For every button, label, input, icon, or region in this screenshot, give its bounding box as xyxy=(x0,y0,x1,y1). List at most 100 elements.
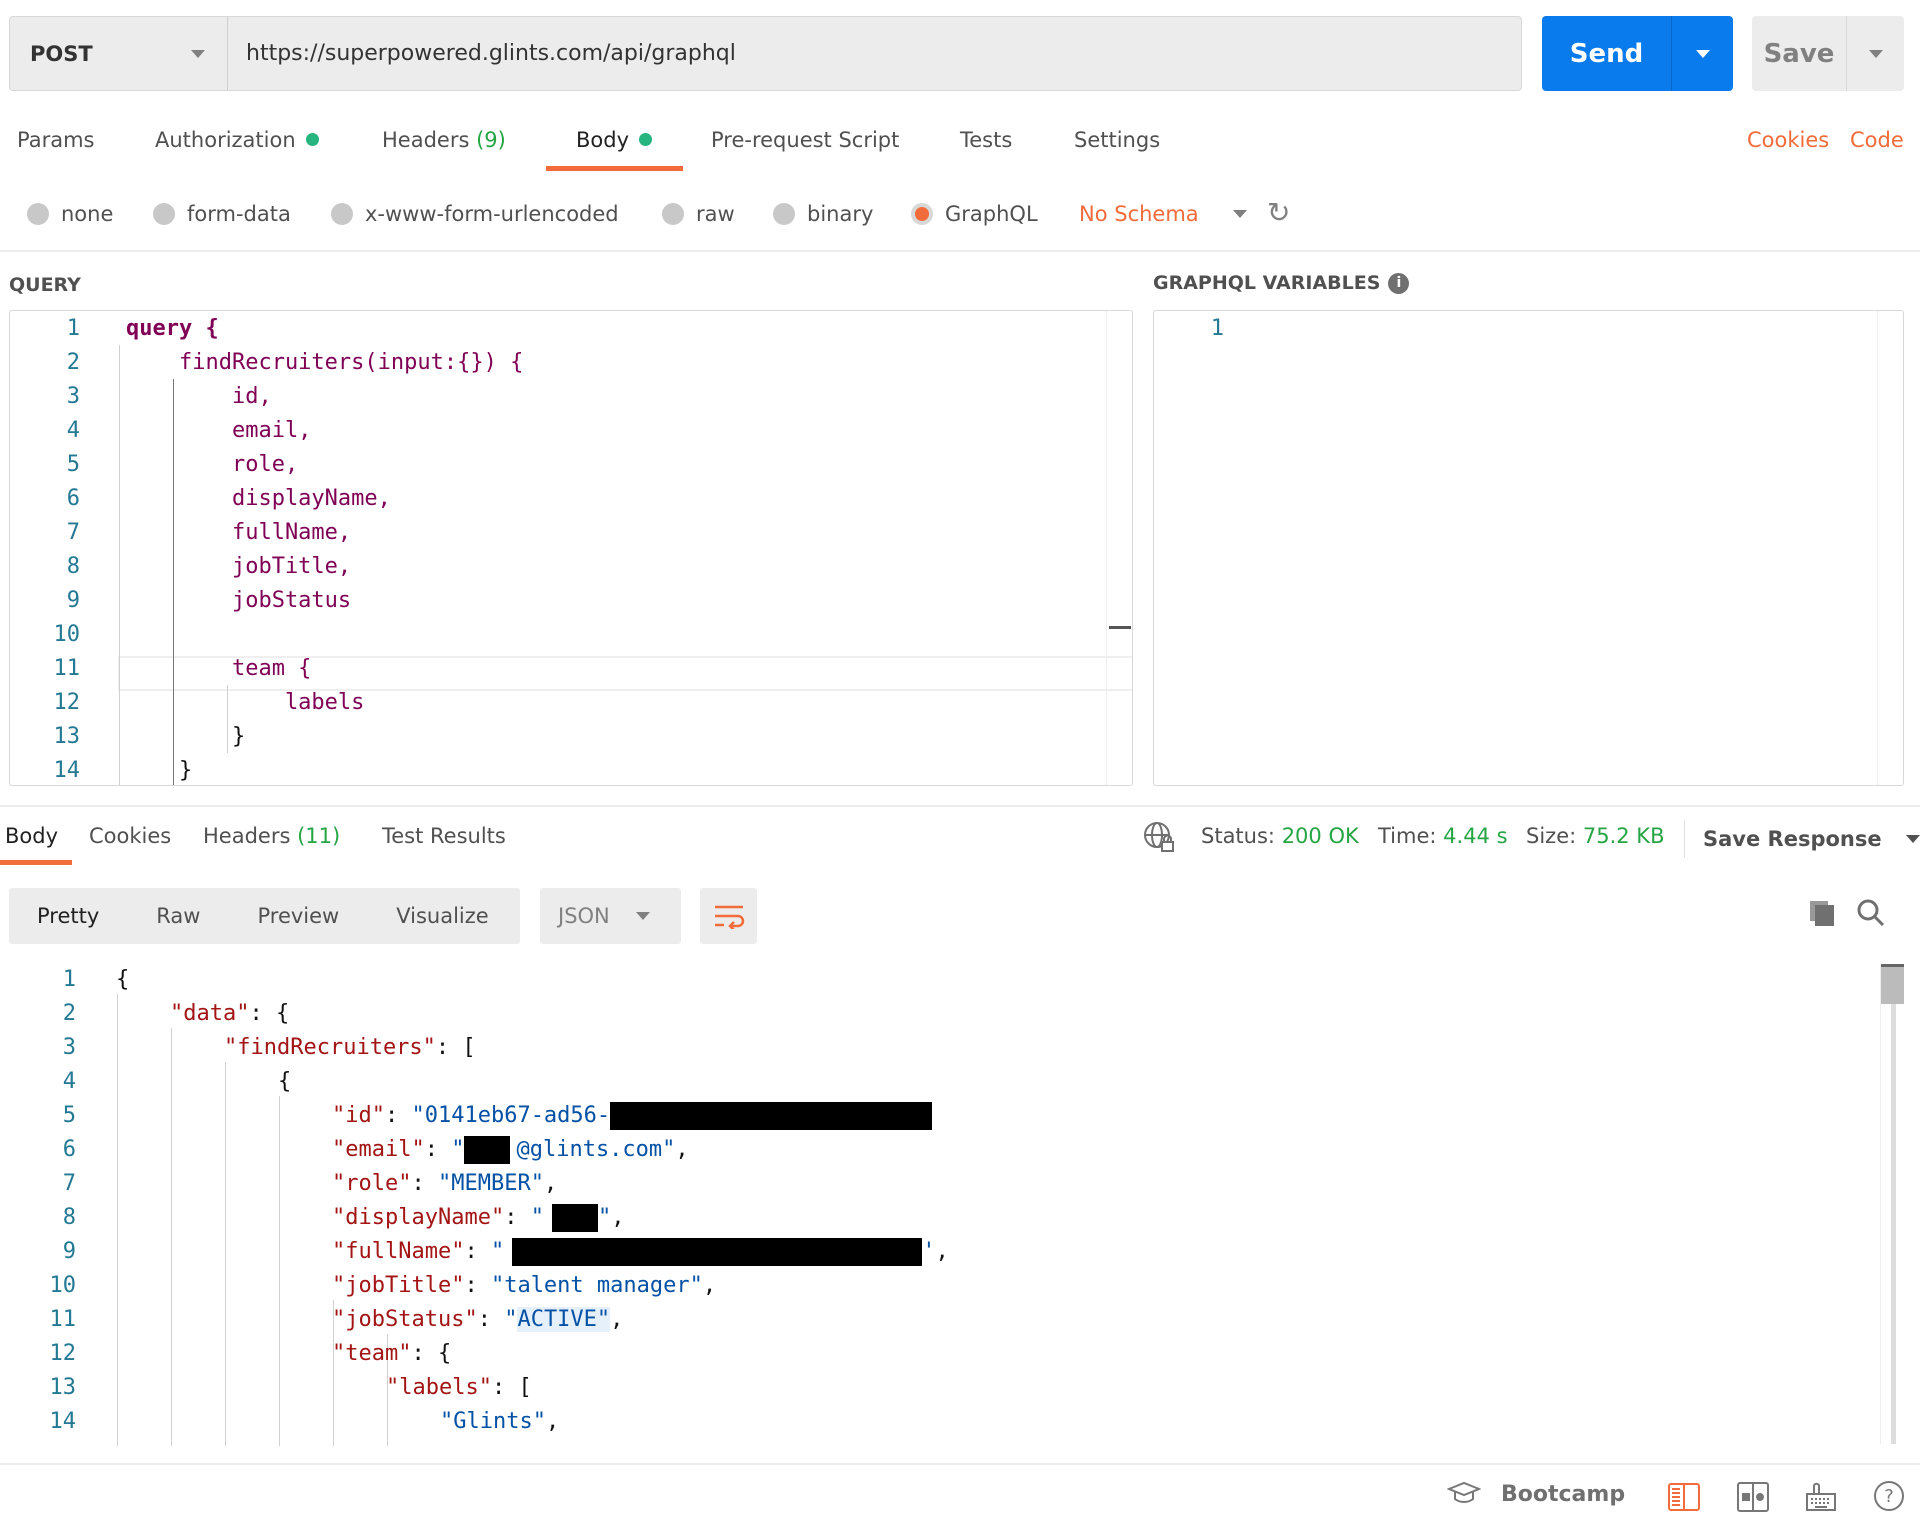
format-select[interactable]: JSON xyxy=(540,888,681,944)
radio-graphql[interactable]: GraphQL xyxy=(911,199,1038,229)
line-number: 3 xyxy=(66,384,80,409)
code-line: role, xyxy=(126,452,299,477)
redacted-block xyxy=(512,1238,923,1266)
send-options-button[interactable] xyxy=(1672,49,1733,58)
send-button[interactable]: Send xyxy=(1542,16,1733,91)
redacted-block xyxy=(610,1102,933,1130)
line-number: 10 xyxy=(49,1273,77,1298)
status-dot xyxy=(639,132,653,146)
radio-none[interactable]: none xyxy=(27,199,113,229)
radio-icon xyxy=(773,203,795,225)
line-number: 9 xyxy=(62,1239,76,1264)
line-number: 12 xyxy=(49,1341,77,1366)
copy-icon[interactable] xyxy=(1808,899,1836,932)
line-number: 7 xyxy=(62,1171,76,1196)
save-options-button[interactable] xyxy=(1847,49,1904,58)
divider xyxy=(0,1463,1920,1465)
status-dot xyxy=(305,132,319,146)
tab-settings[interactable]: Settings xyxy=(1074,128,1160,158)
code-line: } xyxy=(126,758,193,783)
radio-x-www-form-urlencoded[interactable]: x-www-form-urlencoded xyxy=(331,199,619,229)
wrap-icon xyxy=(714,905,744,929)
line-number: 4 xyxy=(66,418,80,443)
tab-body[interactable]: Body xyxy=(576,128,653,158)
view-visualize[interactable]: Visualize xyxy=(396,904,488,928)
save-response-button[interactable]: Save Response xyxy=(1703,824,1920,854)
line-number: 13 xyxy=(53,724,81,749)
status-readout: Status: 200 OK xyxy=(1201,824,1359,848)
divider xyxy=(1684,820,1685,858)
variables-editor[interactable]: 1 xyxy=(1153,310,1904,786)
method-select[interactable]: POST xyxy=(9,16,228,91)
tab-authorization[interactable]: Authorization xyxy=(155,128,319,158)
code-line: fullName, xyxy=(126,520,352,545)
radio-binary[interactable]: binary xyxy=(773,199,873,229)
keyboard-shortcuts-icon[interactable] xyxy=(1806,1480,1836,1517)
radio-icon xyxy=(331,203,353,225)
radio-selected-icon xyxy=(911,203,933,225)
bootcamp-button[interactable]: Bootcamp xyxy=(1447,1481,1625,1507)
line-number: 5 xyxy=(66,452,80,477)
line-number: 4 xyxy=(62,1069,76,1094)
code-line: findRecruiters(input:{}) { xyxy=(126,350,524,375)
two-pane-view-icon[interactable] xyxy=(1668,1483,1700,1516)
scrollbar[interactable] xyxy=(1880,964,1904,1444)
response-body-viewer[interactable]: 1 2 3 4 5 6 7 8 9 10 11 12 13 14 { "data": { "findRec… xyxy=(0,960,1904,1446)
line-number: 6 xyxy=(66,486,80,511)
save-button[interactable]: Save xyxy=(1752,16,1904,91)
line-number: 10 xyxy=(53,622,81,647)
code-line: query { xyxy=(126,316,219,341)
variables-label: GRAPHQL VARIABLES i xyxy=(1153,272,1410,294)
schema-select[interactable]: No Schema xyxy=(1079,199,1247,229)
line-number: 7 xyxy=(66,520,80,545)
globe-lock-icon[interactable] xyxy=(1142,820,1176,859)
response-tab-headers[interactable]: Headers (11) xyxy=(203,824,340,854)
radio-raw[interactable]: raw xyxy=(662,199,735,229)
tab-tests[interactable]: Tests xyxy=(960,128,1012,158)
active-tab-indicator xyxy=(546,166,683,171)
line-number: 2 xyxy=(62,1001,76,1026)
line-number: 11 xyxy=(53,656,81,681)
info-icon[interactable]: i xyxy=(1388,272,1410,294)
tab-pre-request-script[interactable]: Pre-request Script xyxy=(711,128,899,158)
view-raw[interactable]: Raw xyxy=(156,904,200,928)
url-input[interactable]: https://superpowered.glints.com/api/grap… xyxy=(228,16,1522,91)
wrap-lines-button[interactable] xyxy=(700,888,757,944)
split-layout-icon[interactable] xyxy=(1737,1482,1769,1517)
code-line: email, xyxy=(126,418,312,443)
redacted-block xyxy=(464,1136,511,1164)
line-number: 14 xyxy=(53,758,81,783)
radio-icon xyxy=(27,203,49,225)
line-number: 9 xyxy=(66,588,80,613)
chevron-down-icon xyxy=(1695,49,1710,58)
line-number: 3 xyxy=(62,1035,76,1060)
code-line: jobStatus xyxy=(126,588,352,613)
divider xyxy=(0,250,1920,252)
chevron-down-icon xyxy=(191,49,205,58)
redacted-block xyxy=(551,1204,598,1232)
response-tab-body[interactable]: Body xyxy=(5,824,58,854)
code-link[interactable]: Code xyxy=(1850,128,1904,158)
chevron-down-icon xyxy=(1905,835,1920,843)
line-number: 6 xyxy=(62,1137,76,1162)
view-pretty[interactable]: Pretty xyxy=(37,904,99,928)
response-tab-cookies[interactable]: Cookies xyxy=(89,824,171,854)
response-tab-test-results[interactable]: Test Results xyxy=(382,824,506,854)
query-editor[interactable]: 1 2 3 4 5 6 7 8 9 10 11 12 13 14 query { findRecruite… xyxy=(9,310,1133,786)
line-number: 8 xyxy=(62,1205,76,1230)
refresh-icon[interactable]: ↻ xyxy=(1267,196,1290,229)
line-number: 1 xyxy=(66,316,80,341)
scrollbar[interactable] xyxy=(1106,311,1132,785)
radio-form-data[interactable]: form-data xyxy=(153,199,291,229)
code-line: } xyxy=(126,724,246,749)
help-icon[interactable]: ? xyxy=(1873,1480,1905,1517)
code-line: displayName, xyxy=(126,486,391,511)
scrollbar[interactable] xyxy=(1877,311,1903,785)
tab-params[interactable]: Params xyxy=(17,128,95,158)
cookies-link[interactable]: Cookies xyxy=(1747,128,1829,158)
view-preview[interactable]: Preview xyxy=(257,904,339,928)
search-icon[interactable] xyxy=(1856,898,1886,933)
tab-headers[interactable]: Headers (9) xyxy=(382,128,506,158)
view-mode-group: Pretty Raw Preview Visualize xyxy=(9,888,520,944)
line-number: 14 xyxy=(49,1409,77,1434)
